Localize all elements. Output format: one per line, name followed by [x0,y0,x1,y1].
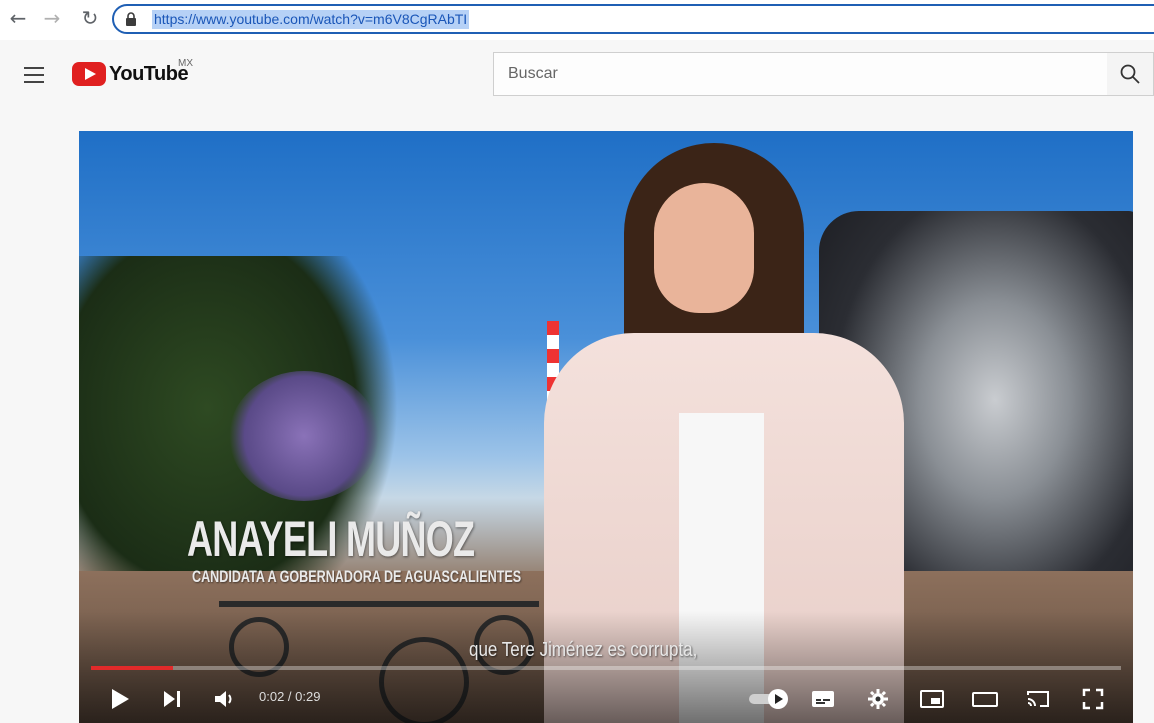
time-display: 0:02 / 0:29 [259,689,321,704]
closed-caption: que Tere Jiménez es corrupta, [469,639,698,661]
settings-button[interactable] [865,684,891,714]
lower-third-name: ANAYELI MUÑOZ [187,511,475,567]
video-player[interactable]: ANAYELI MUÑOZ CANDIDATA A GOBERNADORA DE… [79,131,1133,723]
autoplay-toggle-icon [749,689,788,709]
search-icon [1120,64,1140,84]
fullscreen-button[interactable] [1080,684,1106,714]
youtube-logo[interactable]: YouTube [72,62,189,86]
search-button[interactable] [1107,52,1154,96]
video-frame-jacaranda [229,371,379,501]
theater-mode-button[interactable] [971,684,999,714]
next-button[interactable] [159,684,185,714]
logo-text: YouTube [109,62,189,85]
gear-icon [868,689,888,709]
youtube-header: YouTube MX Buscar [0,40,1154,110]
url-text[interactable]: https://www.youtube.com/watch?v=m6V8CgRA… [152,10,470,29]
miniplayer-icon [920,690,944,708]
youtube-play-logo-icon [72,62,106,86]
fullscreen-icon [1082,688,1104,710]
play-icon [112,689,129,709]
search-input[interactable]: Buscar [493,52,1108,96]
cast-icon [1027,691,1049,707]
region-code: MX [178,58,193,69]
subtitles-button[interactable] [810,684,836,714]
lower-third-title: CANDIDATA A GOBERNADORA DE AGUASCALIENTE… [192,567,522,586]
cast-button[interactable] [1025,684,1051,714]
mute-button[interactable] [213,684,239,714]
forward-arrow-icon[interactable]: → [40,6,64,30]
lock-icon [126,12,136,26]
miniplayer-button[interactable] [919,684,945,714]
search-placeholder: Buscar [508,65,558,82]
autoplay-toggle[interactable] [747,684,793,714]
subtitles-icon [812,691,834,707]
reload-icon[interactable]: ↻ [78,6,102,30]
progress-bar-played [91,666,174,670]
address-bar[interactable]: https://www.youtube.com/watch?v=m6V8CgRA… [112,4,1154,34]
theater-mode-icon [972,692,998,707]
skip-next-icon [164,691,180,707]
back-arrow-icon[interactable]: ← [6,6,30,30]
menu-icon[interactable] [24,67,44,83]
volume-icon [215,691,232,707]
progress-bar[interactable] [91,666,1121,670]
play-button[interactable] [107,684,133,714]
browser-toolbar: ← → ↻ https://www.youtube.com/watch?v=m6… [0,0,1154,40]
